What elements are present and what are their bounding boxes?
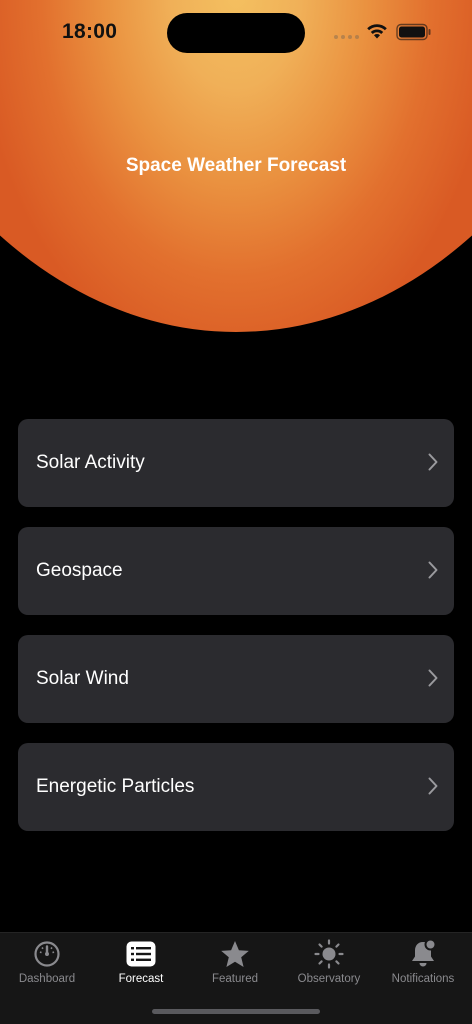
status-time: 18:00: [62, 20, 118, 43]
status-bar: 18:00: [0, 0, 472, 64]
cellular-signal-icon: [334, 35, 359, 39]
menu-item-geospace[interactable]: Geospace: [18, 527, 454, 615]
menu-item-label: Energetic Particles: [36, 776, 195, 797]
tab-observatory[interactable]: Observatory: [282, 939, 376, 995]
screen: 18:00 Space Weather Forecast Solar Activ…: [0, 0, 472, 1024]
bell-icon: [408, 939, 438, 969]
tab-label: Notifications: [391, 973, 455, 985]
chevron-right-icon: [428, 561, 438, 579]
tab-forecast[interactable]: Forecast: [94, 939, 188, 995]
tab-featured[interactable]: Featured: [188, 939, 282, 995]
menu-item-label: Solar Wind: [36, 668, 129, 689]
menu-item-solar-activity[interactable]: Solar Activity: [18, 419, 454, 507]
sun-icon: [314, 939, 344, 969]
chevron-right-icon: [428, 669, 438, 687]
battery-icon: [396, 23, 431, 41]
dynamic-island: [167, 13, 305, 53]
page-title: Space Weather Forecast: [125, 155, 347, 176]
list-icon: [126, 939, 156, 969]
tab-label: Featured: [211, 973, 259, 985]
chevron-right-icon: [428, 777, 438, 795]
menu-item-solar-wind[interactable]: Solar Wind: [18, 635, 454, 723]
tab-label: Observatory: [297, 973, 361, 985]
home-indicator[interactable]: [152, 1009, 320, 1014]
tab-label: Forecast: [118, 973, 164, 985]
menu-item-label: Solar Activity: [36, 452, 145, 473]
gauge-icon: [32, 939, 62, 969]
menu-item-label: Geospace: [36, 560, 123, 581]
forecast-menu: Solar Activity Geospace Solar Wind Energ…: [18, 419, 454, 851]
tab-label: Dashboard: [18, 973, 76, 985]
tab-dashboard[interactable]: Dashboard: [0, 939, 94, 995]
menu-item-energetic-particles[interactable]: Energetic Particles: [18, 743, 454, 831]
chevron-right-icon: [428, 453, 438, 471]
wifi-icon: [367, 24, 387, 39]
star-icon: [220, 939, 250, 969]
tab-notifications[interactable]: Notifications: [376, 939, 470, 995]
